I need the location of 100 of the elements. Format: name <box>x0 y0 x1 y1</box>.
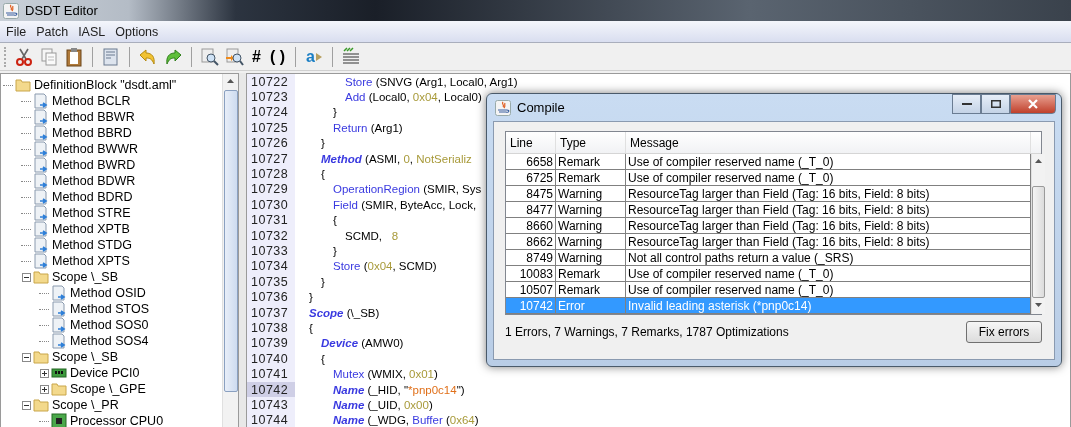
table-row[interactable]: 8749 Warning Not all control paths return a value (_SRS) <box>506 250 1031 266</box>
collapse-toggle[interactable] <box>21 272 31 282</box>
code-line: Field (SMIR, ByteAcc, Lock, <box>332 198 477 211</box>
collapse-toggle[interactable] <box>21 352 31 362</box>
redo-icon[interactable] <box>163 46 183 67</box>
line-number: 10735 <box>247 274 295 290</box>
scrollbar[interactable] <box>1031 154 1045 314</box>
tree-item[interactable]: Method BBWR <box>52 110 135 124</box>
tree-item[interactable]: Method BBRD <box>52 126 132 140</box>
tree-item[interactable]: Scope \_SB <box>52 270 118 284</box>
tree-item[interactable]: Method BWWR <box>52 142 139 156</box>
toolbar-glyph[interactable]: a <box>304 47 324 66</box>
code-line: } <box>320 275 325 288</box>
scroll-down-icon[interactable] <box>1035 303 1042 307</box>
toolbar-glyph[interactable]: # <box>250 47 263 66</box>
table-row[interactable]: 8477 Warning ResourceTag larger than Field (Tag: 16 bits, Field: 8 bits) <box>506 202 1031 218</box>
tree-item[interactable]: Scope \_GPE <box>70 382 146 396</box>
code-line: } <box>332 245 337 257</box>
table-cell: 6658 <box>506 154 556 169</box>
close-button[interactable] <box>1010 94 1056 114</box>
table-row[interactable]: 8660 Warning ResourceTag larger than Field (Tag: 16 bits, Field: 8 bits) <box>506 218 1031 234</box>
clipboard-icon[interactable] <box>64 46 84 67</box>
table-cell: 8660 <box>506 218 556 233</box>
tree-item[interactable]: Method XPTB <box>52 222 130 236</box>
code-line: Mutex (WMIX, 0x01) <box>332 368 438 381</box>
dialog-icon <box>495 99 511 116</box>
table-cell: 8475 <box>506 186 556 201</box>
code-line: Add (Local0, 0x04, Local0) <box>344 91 482 104</box>
table-cell: Remark <box>556 170 626 185</box>
code-line: OperationRegion (SMIR, Sys <box>332 183 482 196</box>
table-cell: 10083 <box>506 266 556 281</box>
window-title: DSDT Editor <box>25 3 98 18</box>
line-number: 10738 <box>247 320 295 336</box>
code-line: { <box>308 321 313 334</box>
table-cell: 10507 <box>506 282 556 297</box>
dialog-title: Compile <box>517 100 565 115</box>
code-line: { <box>320 352 325 365</box>
fix-errors-button[interactable]: Fix errors <box>966 321 1042 343</box>
tree-item[interactable]: Device PCI0 <box>70 366 140 380</box>
line-number: 10740 <box>247 351 295 367</box>
line-number: 10741 <box>247 366 295 382</box>
find-replace-icon[interactable] <box>225 46 245 67</box>
table-row[interactable]: 8662 Warning ResourceTag larger than Field (Tag: 16 bits, Field: 8 bits) <box>506 234 1031 250</box>
scissors-icon[interactable] <box>14 46 34 67</box>
menu-item[interactable]: Patch <box>32 24 73 39</box>
tree-item[interactable]: Method SOS4 <box>70 334 149 348</box>
table-cell: Remark <box>556 266 626 281</box>
table-cell: 8749 <box>506 250 556 265</box>
summary-text: 1 Errors, 7 Warnings, 7 Remarks, 1787 Optimizations <box>505 325 789 339</box>
toolbar-glyph[interactable]: ( ) <box>267 47 287 66</box>
code-line: } <box>308 291 313 304</box>
expand-toggle[interactable] <box>39 384 49 394</box>
expand-toggle[interactable] <box>39 368 49 378</box>
app-icon <box>3 2 19 19</box>
menu-item[interactable]: File <box>2 24 31 39</box>
table-cell: Warning <box>556 202 626 217</box>
code-line: Return (Arg1) <box>332 121 403 134</box>
scroll-up-icon[interactable] <box>1035 159 1042 163</box>
code-line: Method (ASMI, 0, NotSerializ <box>320 152 472 165</box>
menu-item[interactable]: Options <box>111 24 163 39</box>
column-header[interactable]: Message <box>626 132 1031 153</box>
tree-item[interactable]: Method OSID <box>70 286 146 300</box>
menu-item[interactable]: IASL <box>74 24 110 39</box>
code-line: Name (_WDG, Buffer (0x64) <box>332 414 479 427</box>
tree-item[interactable]: Method STOS <box>70 302 149 316</box>
table-cell: 8477 <box>506 202 556 217</box>
tree-item[interactable]: DefinitionBlock "dsdt.aml" <box>34 78 177 92</box>
tree-item[interactable]: Scope \_PR <box>52 398 119 412</box>
table-row[interactable]: 8475 Warning ResourceTag larger than Field (Tag: 16 bits, Field: 8 bits) <box>506 186 1031 202</box>
tree-item[interactable]: Method BCLR <box>52 94 131 108</box>
line-number: 10743 <box>247 397 295 413</box>
tree-item[interactable]: Method BWRD <box>52 158 136 172</box>
scroll-up-icon[interactable] <box>227 79 234 83</box>
tree-item[interactable]: Method SOS0 <box>70 318 149 332</box>
tree-item[interactable]: Scope \_SB <box>52 350 118 364</box>
table-row[interactable]: 6725 Remark Use of compiler reserved name (_T_0) <box>506 170 1031 186</box>
minimize-button[interactable] <box>952 94 981 114</box>
table-row[interactable]: 6658 Remark Use of compiler reserved name (_T_0) <box>506 154 1031 170</box>
scrollbar[interactable] <box>222 74 238 427</box>
circuit-card-icon <box>51 365 67 381</box>
tree-item[interactable]: Method STRE <box>52 206 131 220</box>
column-header[interactable]: Type <box>556 132 626 153</box>
search-icon[interactable] <box>200 46 220 67</box>
lines-icon[interactable] <box>340 46 361 67</box>
code-line: { <box>320 168 325 181</box>
tree-item[interactable]: Processor CPU0 <box>70 414 164 427</box>
column-header[interactable]: Line <box>506 132 556 153</box>
tree-item[interactable]: Method XPTS <box>52 254 130 268</box>
tree-item[interactable]: Method BDRD <box>52 190 133 204</box>
close-icon <box>1028 99 1038 109</box>
table-cell: Error <box>556 298 626 313</box>
tree-item[interactable]: Method BDWR <box>52 174 136 188</box>
table-cell: Warning <box>556 250 626 265</box>
code-line: Name (_HID, "*pnp0c14") <box>332 383 465 396</box>
code-line: } <box>320 137 325 150</box>
code-line: Device (AMW0) <box>320 337 404 350</box>
tree-item[interactable]: Method STDG <box>52 238 132 252</box>
collapse-toggle[interactable] <box>21 400 31 410</box>
maximize-button[interactable] <box>981 94 1010 114</box>
table-row[interactable]: 10083 Remark Use of compiler reserved name (_T_0) <box>506 266 1031 282</box>
